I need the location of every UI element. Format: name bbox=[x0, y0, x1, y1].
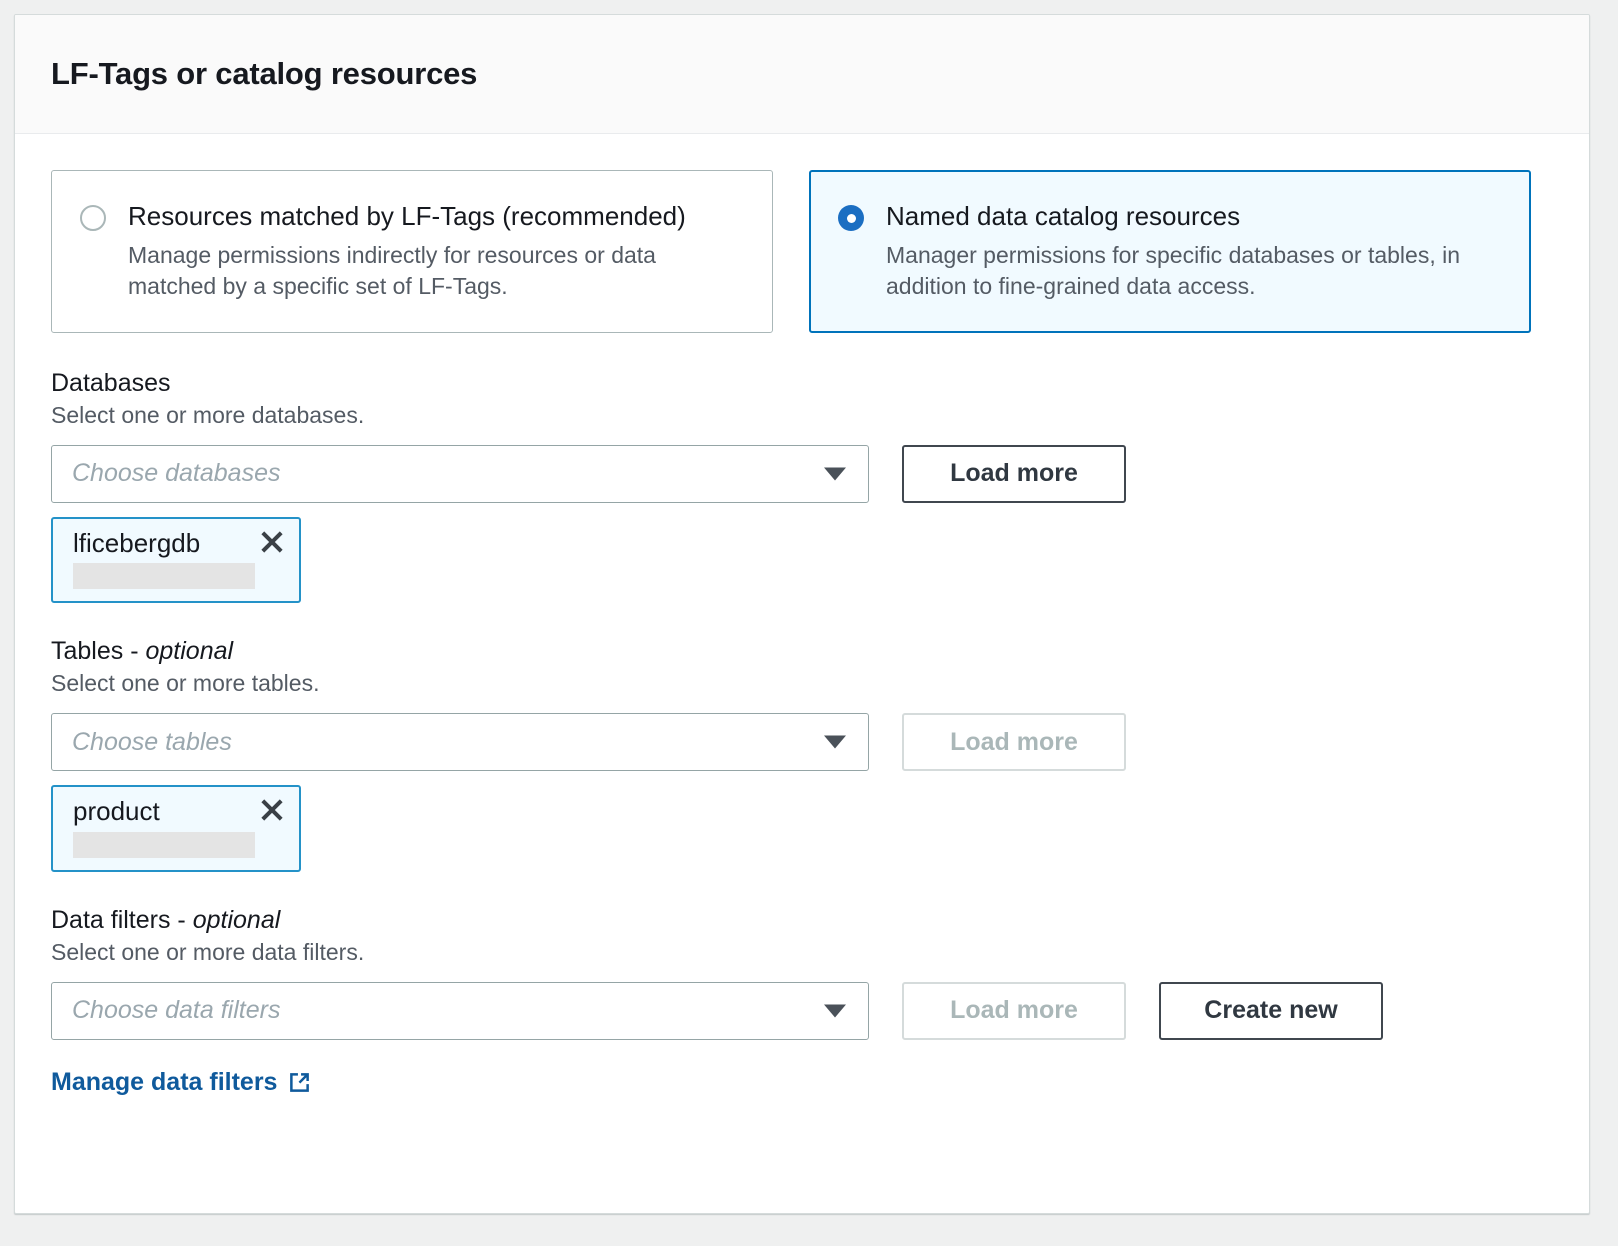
databases-description: Select one or more databases. bbox=[51, 402, 1553, 429]
tables-description: Select one or more tables. bbox=[51, 670, 1553, 697]
chevron-down-icon bbox=[824, 736, 846, 749]
data-filters-control-row: Choose data filters Load more Create new bbox=[51, 982, 1553, 1040]
chevron-down-icon bbox=[824, 1004, 846, 1017]
databases-field-block: Databases Select one or more databases. … bbox=[51, 369, 1553, 604]
chevron-down-icon bbox=[824, 467, 846, 480]
tables-field-block: Tables - optional Select one or more tab… bbox=[51, 637, 1553, 872]
radio-button-lf-tags[interactable] bbox=[80, 205, 106, 231]
panel-body: Resources matched by LF-Tags (recommende… bbox=[15, 134, 1589, 1133]
radio-button-named-resources[interactable] bbox=[838, 205, 864, 231]
tables-label-text: Tables - bbox=[51, 637, 145, 665]
create-new-data-filter-button[interactable]: Create new bbox=[1159, 982, 1383, 1040]
databases-select-placeholder: Choose databases bbox=[72, 459, 280, 488]
table-token-skeleton bbox=[73, 832, 255, 858]
close-icon[interactable] bbox=[257, 527, 287, 557]
radio-tile-named-resources[interactable]: Named data catalog resources Manager per… bbox=[809, 170, 1531, 333]
tables-optional-suffix: optional bbox=[145, 637, 233, 665]
tables-select[interactable]: Choose tables bbox=[51, 713, 869, 771]
data-filters-select-placeholder: Choose data filters bbox=[72, 996, 280, 1025]
database-token-label: lficebergdb bbox=[73, 529, 285, 558]
panel-header: LF-Tags or catalog resources bbox=[15, 15, 1589, 134]
manage-data-filters-label: Manage data filters bbox=[51, 1068, 277, 1097]
data-filters-description: Select one or more data filters. bbox=[51, 939, 1553, 966]
tables-load-more-button[interactable]: Load more bbox=[902, 713, 1126, 771]
radio-tile-lf-tags-label: Resources matched by LF-Tags (recommende… bbox=[128, 201, 746, 232]
tables-selected-tokens: product bbox=[51, 785, 1553, 872]
databases-label: Databases bbox=[51, 369, 1553, 398]
lf-tags-or-catalog-resources-panel: LF-Tags or catalog resources Resources m… bbox=[14, 14, 1590, 1214]
radio-tile-named-resources-description: Manager permissions for specific databas… bbox=[886, 240, 1504, 302]
data-filters-optional-suffix: optional bbox=[193, 906, 281, 934]
resource-mode-radio-group: Resources matched by LF-Tags (recommende… bbox=[51, 170, 1553, 333]
tables-label: Tables - optional bbox=[51, 637, 1553, 666]
databases-select[interactable]: Choose databases bbox=[51, 445, 869, 503]
tables-control-row: Choose tables Load more bbox=[51, 713, 1553, 771]
page-title: LF-Tags or catalog resources bbox=[51, 56, 477, 92]
table-token[interactable]: product bbox=[51, 785, 301, 872]
data-filters-field-block: Data filters - optional Select one or mo… bbox=[51, 906, 1553, 1040]
radio-tile-lf-tags-description: Manage permissions indirectly for resour… bbox=[128, 240, 746, 302]
databases-selected-tokens: lficebergdb bbox=[51, 517, 1553, 604]
tables-select-placeholder: Choose tables bbox=[72, 728, 232, 757]
data-filters-select[interactable]: Choose data filters bbox=[51, 982, 869, 1040]
databases-control-row: Choose databases Load more bbox=[51, 445, 1553, 503]
database-token[interactable]: lficebergdb bbox=[51, 517, 301, 604]
databases-load-more-button[interactable]: Load more bbox=[902, 445, 1126, 503]
external-link-icon bbox=[287, 1070, 312, 1095]
data-filters-load-more-button[interactable]: Load more bbox=[902, 982, 1126, 1040]
data-filters-label: Data filters - optional bbox=[51, 906, 1553, 935]
close-icon[interactable] bbox=[257, 795, 287, 825]
radio-tile-named-resources-label: Named data catalog resources bbox=[886, 201, 1504, 232]
manage-data-filters-link[interactable]: Manage data filters bbox=[51, 1068, 312, 1097]
data-filters-label-text: Data filters - bbox=[51, 906, 193, 934]
table-token-label: product bbox=[73, 797, 285, 826]
radio-tile-lf-tags[interactable]: Resources matched by LF-Tags (recommende… bbox=[51, 170, 773, 333]
database-token-skeleton bbox=[73, 563, 255, 589]
